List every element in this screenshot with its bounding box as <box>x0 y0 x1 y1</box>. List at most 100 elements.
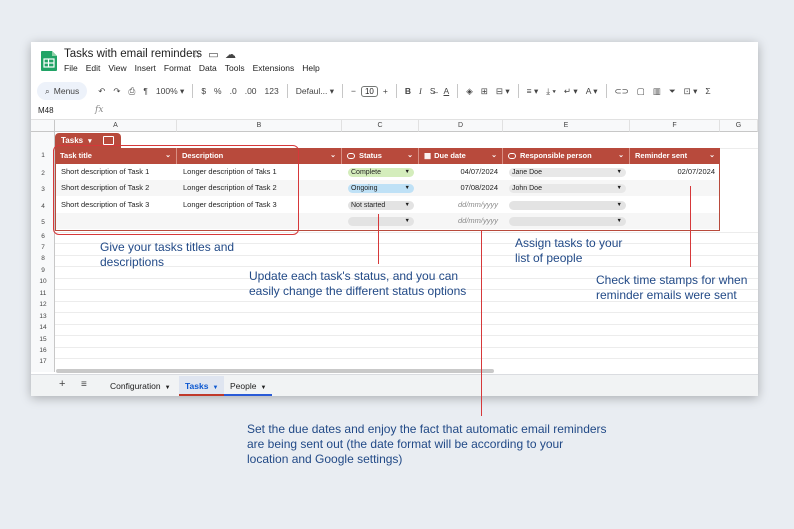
horizontal-scrollbar[interactable] <box>56 369 494 373</box>
merge-cells-icon[interactable]: ⊟ ▾ <box>493 86 513 97</box>
column-header-g[interactable]: G <box>720 120 758 132</box>
table-options-icon[interactable] <box>102 136 114 145</box>
row-number[interactable]: 9 <box>31 267 55 274</box>
row-number[interactable]: 13 <box>31 313 55 320</box>
functions-icon[interactable]: Σ <box>702 86 713 96</box>
header-due-date[interactable]: ▦ Due date ⌄ <box>419 148 503 164</box>
bold-button[interactable]: B <box>402 86 414 96</box>
chevron-down-icon[interactable]: ⌄ <box>491 148 497 164</box>
status-chip[interactable]: ▼ <box>348 217 414 226</box>
chevron-down-icon[interactable]: ⌄ <box>330 148 336 164</box>
row-number[interactable]: 15 <box>31 336 55 343</box>
menu-help[interactable]: Help <box>302 63 319 73</box>
menu-insert[interactable]: Insert <box>135 63 156 73</box>
column-header-a[interactable]: A <box>55 120 177 132</box>
text-wrap-icon[interactable]: ↵ ▾ <box>561 86 581 97</box>
insert-link-icon[interactable]: ⊂⊃ <box>612 86 632 97</box>
row-number[interactable]: 16 <box>31 347 55 354</box>
filter-views-icon[interactable]: ⊡ ▾ <box>681 86 701 97</box>
row-number[interactable]: 8 <box>31 255 55 262</box>
person-chip[interactable]: John Doe ▼ <box>509 184 626 193</box>
font-size-increase-icon[interactable]: + <box>380 86 391 96</box>
reminder-sent-cell[interactable] <box>631 213 721 229</box>
font-size-input[interactable]: 10 <box>360 85 378 97</box>
row-number[interactable]: 12 <box>31 301 55 308</box>
font-size-decrease-icon[interactable]: − <box>348 86 359 96</box>
column-header-d[interactable]: D <box>419 120 503 132</box>
menu-extensions[interactable]: Extensions <box>253 63 295 73</box>
chevron-down-icon[interactable]: ⌄ <box>407 148 413 164</box>
row-number[interactable]: 2 <box>31 170 55 177</box>
due-date-cell[interactable]: dd/mm/yyyy <box>420 197 504 213</box>
strikethrough-icon[interactable]: S̶ <box>427 86 439 96</box>
row-number[interactable]: 5 <box>31 219 55 226</box>
row-number[interactable]: 1 <box>31 152 55 159</box>
due-date-cell[interactable]: 04/07/2024 <box>420 164 504 180</box>
document-title[interactable]: Tasks with email reminders <box>64 48 202 60</box>
person-chip[interactable]: ▼ <box>509 217 626 226</box>
number-format-button[interactable]: 123 <box>262 86 282 96</box>
all-sheets-icon[interactable]: ≡ <box>81 379 87 390</box>
filter-icon[interactable]: ⏷ <box>666 86 679 97</box>
borders-icon[interactable]: ⊞ <box>478 86 491 97</box>
font-select[interactable]: Defaul... ▾ <box>293 86 337 97</box>
zoom-select[interactable]: 100% ▾ <box>153 86 187 97</box>
menu-tools[interactable]: Tools <box>225 63 245 73</box>
percent-format-button[interactable]: % <box>211 86 225 96</box>
column-header-e[interactable]: E <box>503 120 630 132</box>
sheet-tab-people[interactable]: People ▼ <box>224 376 273 396</box>
menu-file[interactable]: File <box>64 63 78 73</box>
text-rotation-icon[interactable]: A ▾ <box>583 86 601 97</box>
fill-color-icon[interactable]: ◈ <box>463 86 476 97</box>
reminder-sent-cell[interactable]: 02/07/2024 <box>631 164 721 180</box>
due-date-cell[interactable]: dd/mm/yyyy <box>420 213 504 229</box>
name-box[interactable]: M48 <box>38 106 54 115</box>
sheet-tab-configuration[interactable]: Configuration ▼ <box>104 376 177 396</box>
text-color-icon[interactable]: A <box>441 86 453 96</box>
due-date-cell[interactable]: 07/08/2024 <box>420 180 504 196</box>
undo-icon[interactable]: ↶ <box>95 86 108 97</box>
increase-decimal-button[interactable]: .00 <box>242 86 260 96</box>
sheet-tab-tasks[interactable]: Tasks ▼ <box>179 376 225 396</box>
currency-format-button[interactable]: $ <box>198 86 209 96</box>
redo-icon[interactable]: ↷ <box>110 86 123 97</box>
person-chip[interactable]: Jane Doe ▼ <box>509 168 626 177</box>
menu-edit[interactable]: Edit <box>86 63 101 73</box>
menu-view[interactable]: View <box>108 63 126 73</box>
status-chip[interactable]: Complete ▼ <box>348 168 414 177</box>
paint-format-icon[interactable]: ¶ <box>140 86 151 96</box>
column-header-b[interactable]: B <box>177 120 342 132</box>
row-number[interactable]: 14 <box>31 324 55 331</box>
search-menus[interactable]: ⌕ Menus <box>37 82 88 100</box>
header-reminder-sent[interactable]: Reminder sent ⌄ <box>630 148 720 164</box>
menu-format[interactable]: Format <box>164 63 191 73</box>
print-icon[interactable]: ⎙ <box>126 86 139 97</box>
chevron-down-icon[interactable]: ⌄ <box>709 148 715 164</box>
header-status[interactable]: Status ⌄ <box>342 148 419 164</box>
add-sheet-icon[interactable]: + <box>59 378 65 390</box>
vertical-align-icon[interactable]: ⤓ ▾ <box>543 86 559 97</box>
menu-data[interactable]: Data <box>199 63 217 73</box>
row-number[interactable]: 11 <box>31 290 55 297</box>
column-header-f[interactable]: F <box>630 120 720 132</box>
horizontal-align-icon[interactable]: ≡ ▾ <box>524 86 542 97</box>
insert-chart-icon[interactable]: ▥ <box>650 86 664 97</box>
star-icon[interactable]: ☆ <box>191 48 202 61</box>
reminder-sent-cell[interactable] <box>631 197 721 213</box>
chevron-down-icon[interactable]: ⌄ <box>618 148 624 164</box>
person-chip[interactable]: ▼ <box>509 201 626 210</box>
row-number[interactable]: 4 <box>31 203 55 210</box>
decrease-decimal-button[interactable]: .0 <box>227 86 240 96</box>
header-responsible-person[interactable]: Responsible person ⌄ <box>503 148 630 164</box>
status-chip[interactable]: Not started ▼ <box>348 201 414 210</box>
row-number[interactable]: 3 <box>31 186 55 193</box>
row-number[interactable]: 7 <box>31 244 55 251</box>
row-number[interactable]: 10 <box>31 278 55 285</box>
italic-button[interactable]: I <box>416 86 425 96</box>
insert-comment-icon[interactable]: ▢ <box>634 86 648 97</box>
move-folder-icon[interactable]: ▭ <box>208 48 219 61</box>
cloud-status-icon[interactable]: ☁ <box>225 48 236 61</box>
row-number[interactable]: 17 <box>31 358 55 365</box>
reminder-sent-cell[interactable] <box>631 180 721 196</box>
select-all-corner[interactable] <box>31 120 55 132</box>
